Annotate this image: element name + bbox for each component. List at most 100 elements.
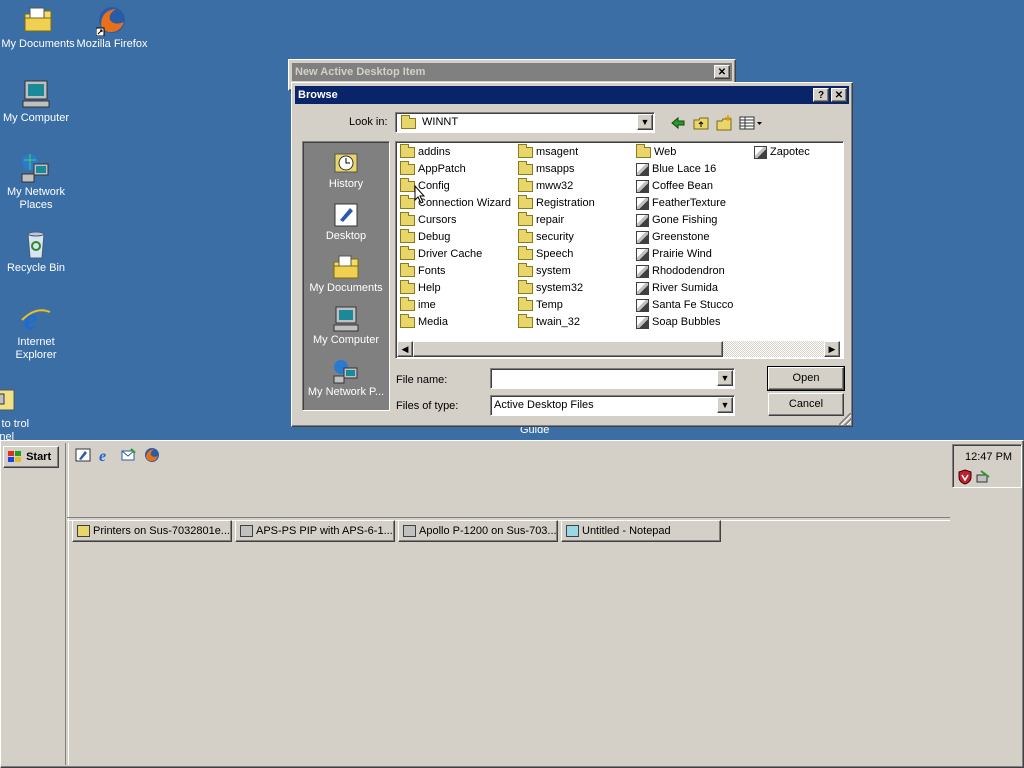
file-item[interactable]: Santa Fe Stucco [636,297,733,313]
desktop-icon-firefox[interactable]: Mozilla Firefox [74,4,150,51]
resize-grip-icon[interactable] [839,413,851,425]
new-folder-button[interactable] [715,114,733,132]
look-in-dropdown[interactable]: WINNT ▼ [395,112,655,133]
file-item-label: FeatherTexture [652,197,726,209]
file-item[interactable]: Web [636,143,676,160]
desktop-icon-control-panel-shortcut[interactable]: ortcut to trol Panel [0,384,38,444]
file-item-label: msagent [536,146,579,158]
back-button[interactable] [669,114,687,132]
security-shield-icon[interactable] [957,469,973,485]
file-item-label: Media [418,316,448,328]
file-item[interactable]: mww32 [518,177,573,194]
desktop-icon-internet-explorer[interactable]: e Internet Explorer [0,302,74,362]
start-button[interactable]: Start [3,446,59,468]
file-item[interactable]: Blue Lace 16 [636,161,716,177]
desktop-icon-my-documents[interactable]: My Documents [0,4,76,51]
file-item[interactable]: Greenstone [636,229,709,245]
place-label: History [328,178,364,190]
file-item[interactable]: system [518,262,571,279]
open-button[interactable]: Open [767,366,845,391]
ie-icon[interactable]: e [98,447,114,465]
view-menu-button[interactable] [738,114,764,132]
file-item[interactable]: Speech [518,245,573,262]
up-one-level-button[interactable] [692,114,710,132]
file-item[interactable]: Cursors [400,211,457,228]
place-my-network[interactable]: My Network P... [303,358,389,398]
scroll-left-button[interactable]: ◀ [397,341,413,357]
system-tray: 12:47 PM [952,444,1022,488]
file-item[interactable]: msapps [518,160,575,177]
desktop-icon [334,203,358,227]
file-item[interactable]: Zapotec [754,144,810,160]
desktop-icon-recycle-bin[interactable]: Recycle Bin [0,228,74,275]
dropdown-arrow-button[interactable]: ▼ [637,114,653,130]
place-history[interactable]: History [303,150,389,190]
folder-icon [400,211,415,226]
folder-icon [400,177,415,192]
dialog-titlebar[interactable]: Browse ? ✕ [295,86,849,104]
quick-launch: e [75,447,160,465]
folder-icon [400,279,415,294]
file-item[interactable]: Coffee Bean [636,178,713,194]
file-item[interactable]: security [518,228,574,245]
file-item-label: AppPatch [418,163,466,175]
place-my-documents[interactable]: My Documents [303,254,389,294]
file-item-label: Santa Fe Stucco [652,299,734,311]
taskbar-button-apollo[interactable]: Apollo P-1200 on Sus-703... [398,520,558,542]
task-label: Untitled - Notepad [582,525,671,537]
desktop-icon-network[interactable]: My Network Places [0,152,74,212]
files-of-type-dropdown-button[interactable]: ▼ [717,397,733,413]
open-label: Open [792,372,820,384]
file-item[interactable]: Temp [518,296,563,313]
file-item[interactable]: Driver Cache [400,245,482,262]
file-item[interactable]: River Sumida [636,280,718,296]
close-button[interactable]: ✕ [714,65,730,79]
file-item[interactable]: twain_32 [518,313,580,330]
file-item[interactable]: Debug [400,228,450,245]
file-item[interactable]: Media [400,313,448,330]
file-item[interactable]: Fonts [400,262,446,279]
desktop-icon-label: Mozilla Firefox [76,38,148,50]
file-item[interactable]: addins [400,143,450,160]
file-name-input[interactable]: ▼ [490,368,735,389]
file-item[interactable]: repair [518,211,564,228]
file-name-dropdown-button[interactable]: ▼ [717,370,733,386]
scroll-thumb[interactable] [413,341,723,357]
file-item[interactable]: Gone Fishing [636,212,717,228]
file-item[interactable]: Rhododendron [636,263,725,279]
file-list[interactable]: addins AppPatch Config Connection Wizard Cur… [395,141,844,359]
folder-icon [518,194,533,209]
browse-dialog[interactable]: Browse ? ✕ Look in: WINNT ▼ History Desk… [291,82,853,427]
file-item[interactable]: system32 [518,279,583,296]
network-tray-icon[interactable] [975,469,991,485]
file-item[interactable]: Help [400,279,441,296]
close-button[interactable]: ✕ [831,88,847,102]
show-desktop-icon[interactable] [75,447,91,463]
horizontal-scrollbar[interactable]: ◀ ▶ [397,341,840,357]
place-desktop[interactable]: Desktop [303,202,389,242]
firefox-icon[interactable] [144,447,160,463]
file-item[interactable]: AppPatch [400,160,466,177]
window-titlebar[interactable]: New Active Desktop Item ✕ [292,63,732,81]
desktop-icon-my-computer[interactable]: My Computer [0,78,74,125]
scroll-right-button[interactable]: ▶ [824,341,840,357]
file-item[interactable]: Prairie Wind [636,246,712,262]
cancel-button[interactable]: Cancel [768,393,844,416]
help-button[interactable]: ? [813,88,829,102]
notepad-icon [566,525,579,538]
file-item-label: Rhododendron [652,265,725,277]
file-item[interactable]: Soap Bubbles [636,314,721,330]
clock[interactable]: 12:47 PM [965,451,1012,463]
place-my-computer[interactable]: My Computer [303,306,389,346]
outlook-express-icon[interactable] [121,447,137,463]
file-item-label: Soap Bubbles [652,316,721,328]
file-item[interactable]: ime [400,296,436,313]
taskbar-button-aps-ps-pip[interactable]: APS-PS PIP with APS-6-1... [235,520,395,542]
taskbar-button-notepad[interactable]: Untitled - Notepad [561,520,721,542]
file-item[interactable]: msagent [518,143,579,160]
files-of-type-select[interactable]: Active Desktop Files ▼ [490,395,735,416]
taskbar-button-printers[interactable]: Printers on Sus-7032801e... [72,520,232,542]
file-item[interactable]: FeatherTexture [636,195,726,211]
file-item[interactable]: Registration [518,194,595,211]
task-label: APS-PS PIP with APS-6-1... [256,525,393,537]
